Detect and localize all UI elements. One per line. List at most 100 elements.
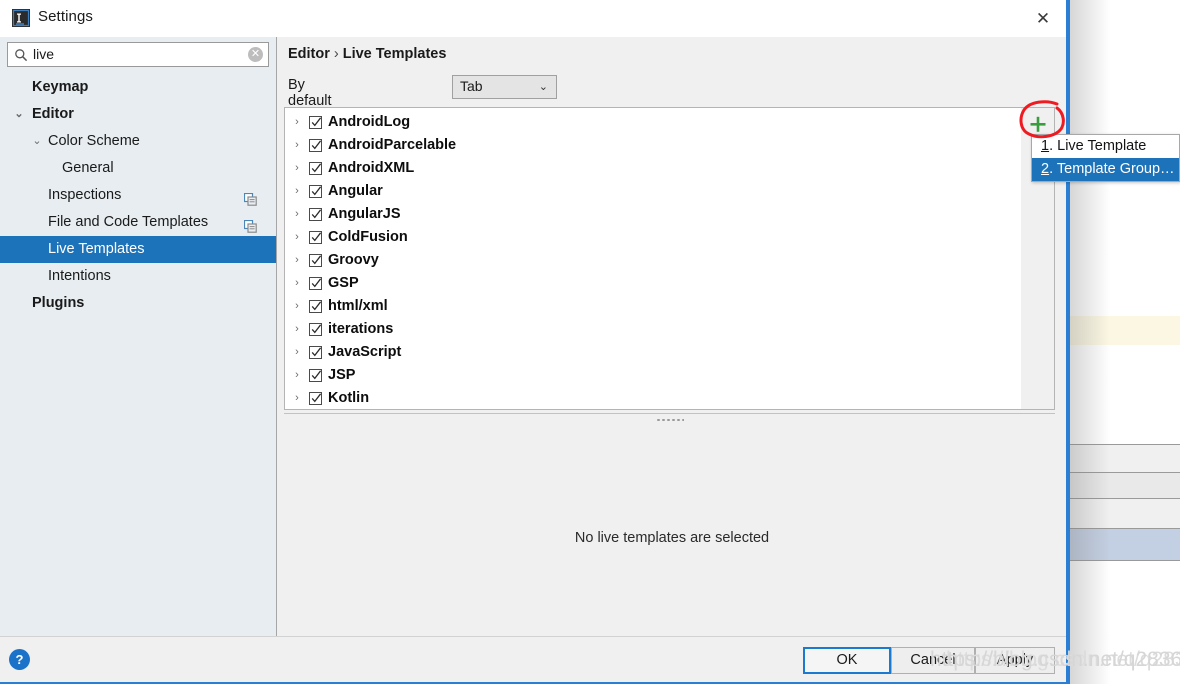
chevron-down-icon[interactable]: ⌄: [12, 101, 26, 128]
sidebar-item-label: Live Templates: [48, 241, 145, 257]
chevron-right-icon[interactable]: ›: [290, 226, 304, 249]
template-group-row[interactable]: › html/xml: [285, 295, 1054, 318]
chevron-right-icon[interactable]: ›: [290, 318, 304, 341]
sidebar-item-label: Color Scheme: [48, 133, 140, 149]
chevron-right-icon[interactable]: ›: [290, 364, 304, 387]
template-group-name: Groovy: [328, 252, 379, 268]
copy-settings-icon[interactable]: [243, 189, 257, 206]
dialog-title-bar: Settings ✕: [0, 0, 1066, 37]
clear-search-icon[interactable]: ✕: [248, 47, 263, 62]
breadcrumb-separator: ›: [333, 46, 339, 62]
template-group-checkbox[interactable]: [309, 162, 322, 175]
sidebar-item-color-scheme[interactable]: ⌄ Color Scheme: [0, 128, 276, 155]
sidebar-item-keymap[interactable]: Keymap: [0, 74, 276, 101]
template-group-checkbox[interactable]: [309, 231, 322, 244]
template-group-row[interactable]: › AndroidParcelable: [285, 134, 1054, 157]
template-group-row[interactable]: › Kotlin: [285, 387, 1054, 409]
expand-with-select[interactable]: Tab ⌄: [452, 75, 557, 99]
template-groups-list[interactable]: › AndroidLog › AndroidParcelable › AndroidXML…: [284, 107, 1055, 410]
chevron-right-icon[interactable]: ›: [290, 180, 304, 203]
template-group-checkbox[interactable]: [309, 116, 322, 129]
sidebar-item-intentions[interactable]: Intentions: [0, 263, 276, 290]
template-group-row[interactable]: › ColdFusion: [285, 226, 1054, 249]
sidebar-item-editor[interactable]: ⌄ Editor: [0, 101, 276, 128]
help-button[interactable]: ?: [9, 649, 30, 670]
search-input[interactable]: live: [33, 46, 54, 62]
sidebar-item-inspections[interactable]: Inspections: [0, 182, 276, 209]
menu-item-mnemonic: 2: [1041, 161, 1050, 177]
sidebar-item-label: File and Code Templates: [48, 214, 209, 230]
copy-settings-icon[interactable]: [243, 216, 257, 233]
background-row: [1070, 445, 1180, 472]
sidebar-item-file-and-code-templates[interactable]: File and Code Templates: [0, 209, 276, 236]
chevron-right-icon[interactable]: ›: [290, 272, 304, 295]
background-accent-bar: [1068, 0, 1070, 684]
popup-menu-item[interactable]: 2. Template Group…: [1032, 158, 1179, 181]
search-field[interactable]: live ✕: [7, 42, 269, 67]
chevron-down-icon: ⌄: [538, 81, 548, 93]
template-group-checkbox[interactable]: [309, 392, 322, 405]
expand-with-value: Tab: [460, 78, 483, 94]
template-group-row[interactable]: › JSP: [285, 364, 1054, 387]
template-group-row[interactable]: › JavaScript: [285, 341, 1054, 364]
popup-menu-item[interactable]: 1. Live Template: [1032, 135, 1179, 158]
template-groups-container: › AndroidLog › AndroidParcelable › AndroidXML…: [285, 111, 1054, 409]
template-group-row[interactable]: › Angular: [285, 180, 1054, 203]
apply-button[interactable]: Apply: [975, 647, 1055, 674]
chevron-right-icon[interactable]: ›: [290, 249, 304, 272]
template-group-row[interactable]: › GSP: [285, 272, 1054, 295]
template-group-name: AndroidXML: [328, 160, 415, 176]
template-group-checkbox[interactable]: [309, 277, 322, 290]
chevron-down-icon[interactable]: ⌄: [30, 128, 44, 155]
menu-item-label: . Template Group…: [1049, 161, 1175, 177]
template-group-name: AndroidParcelable: [328, 137, 457, 153]
chevron-right-icon[interactable]: ›: [290, 387, 304, 409]
chevron-right-icon[interactable]: ›: [290, 341, 304, 364]
breadcrumb-leaf: Live Templates: [342, 46, 447, 62]
chevron-right-icon[interactable]: ›: [290, 111, 304, 134]
dialog-footer: ? OK Cancel Apply: [0, 636, 1066, 682]
live-templates-pane: Editor›Live Templates By default expand …: [278, 37, 1066, 636]
template-group-name: JSP: [328, 367, 356, 383]
template-group-checkbox[interactable]: [309, 300, 322, 313]
template-group-name: Angular: [328, 183, 383, 199]
template-group-row[interactable]: › AngularJS: [285, 203, 1054, 226]
breadcrumb: Editor › Live Templates: [288, 46, 446, 62]
empty-state-message: No live templates are selected: [574, 530, 770, 546]
chevron-right-icon[interactable]: ›: [290, 203, 304, 226]
settings-sidebar: live ✕ Keymap ⌄ Editor ⌄ Color Scheme General…: [0, 37, 277, 636]
cancel-button[interactable]: Cancel: [891, 647, 975, 674]
search-icon: [14, 48, 28, 62]
sidebar-item-plugins[interactable]: Plugins: [0, 290, 276, 317]
background-row: [1070, 499, 1180, 528]
sidebar-item-label: Intentions: [48, 268, 111, 284]
menu-item-mnemonic: 1: [1041, 138, 1050, 154]
template-group-name: html/xml: [328, 298, 388, 314]
ok-button[interactable]: OK: [803, 647, 891, 674]
template-group-row[interactable]: › iterations: [285, 318, 1054, 341]
sidebar-item-live-templates[interactable]: Live Templates: [0, 236, 276, 263]
template-group-row[interactable]: › AndroidLog: [285, 111, 1054, 134]
template-group-checkbox[interactable]: [309, 346, 322, 359]
panel-splitter[interactable]: [284, 413, 1055, 426]
sidebar-item-label: Inspections: [48, 187, 122, 203]
sidebar-item-label: Plugins: [32, 295, 85, 311]
sidebar-item-general[interactable]: General: [0, 155, 276, 182]
chevron-right-icon[interactable]: ›: [290, 295, 304, 318]
chevron-right-icon[interactable]: ›: [290, 157, 304, 180]
template-group-checkbox[interactable]: [309, 208, 322, 221]
settings-tree: Keymap ⌄ Editor ⌄ Color Scheme General Inspect…: [0, 74, 276, 317]
chevron-right-icon[interactable]: ›: [290, 134, 304, 157]
template-group-checkbox[interactable]: [309, 139, 322, 152]
template-group-name: Kotlin: [328, 390, 370, 406]
template-group-checkbox[interactable]: [309, 185, 322, 198]
template-group-row[interactable]: › AndroidXML: [285, 157, 1054, 180]
template-group-name: AndroidLog: [328, 114, 411, 130]
add-template-popup-menu: 1. Live Template 2. Template Group…: [1031, 134, 1180, 182]
template-group-checkbox[interactable]: [309, 369, 322, 382]
template-group-row[interactable]: › Groovy: [285, 249, 1054, 272]
close-icon[interactable]: ✕: [1032, 8, 1054, 30]
template-group-checkbox[interactable]: [309, 323, 322, 336]
template-group-checkbox[interactable]: [309, 254, 322, 267]
sidebar-item-label: Editor: [32, 106, 74, 122]
